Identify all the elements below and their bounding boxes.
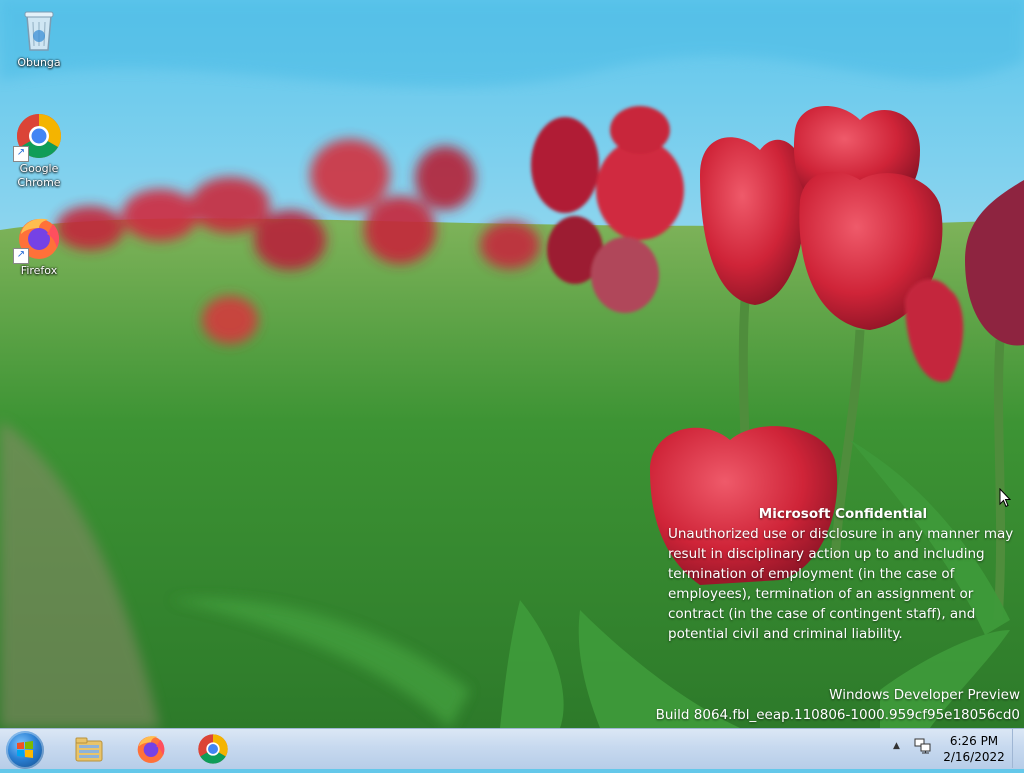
recycle-bin-icon	[15, 6, 63, 54]
product-name: Windows Developer Preview	[829, 687, 1020, 703]
build-watermark: Windows Developer Preview Build 8064.fbl…	[656, 685, 1020, 725]
firefox-icon: ↗	[13, 214, 63, 264]
watermark-line: Unauthorized use or disclosure in any ma…	[668, 526, 1014, 542]
watermark-title: Microsoft Confidential	[758, 506, 928, 522]
watermark-line: employees), termination of an assignment…	[668, 586, 974, 602]
build-string: Build 8064.fbl_eeap.110806-1000.959cf95e…	[655, 707, 1020, 723]
start-button[interactable]	[6, 731, 44, 769]
firefox-icon	[137, 736, 165, 763]
watermark-line: potential civil and criminal liability.	[668, 626, 903, 642]
chrome-icon: ↗	[13, 112, 63, 162]
desktop-icon-recycle-bin[interactable]: Obunga	[3, 6, 75, 70]
clock-time: 6:26 PM	[949, 734, 999, 748]
shortcut-arrow-icon: ↗	[13, 248, 29, 264]
network-icon[interactable]	[914, 738, 932, 754]
chrome-icon	[198, 734, 228, 764]
show-desktop-button[interactable]	[1012, 728, 1024, 768]
watermark-line: termination of employment (in the case o…	[668, 566, 955, 582]
watermark-line: contract (in the case of contingent staf…	[668, 606, 976, 622]
watermark-line: result in disciplinary action up to and …	[668, 546, 985, 562]
confidential-watermark: Microsoft Confidential Unauthorized use …	[668, 504, 1018, 644]
file-explorer-icon	[75, 737, 103, 762]
taskbar	[0, 728, 1024, 769]
clock-date: 2/16/2022	[943, 750, 1005, 764]
taskbar-clock[interactable]: 6:26 PM 2/16/2022	[938, 733, 1010, 765]
taskbar-button-google-chrome[interactable]	[186, 731, 240, 767]
taskbar-button-file-explorer[interactable]	[62, 731, 116, 767]
shortcut-arrow-icon: ↗	[13, 146, 29, 162]
desktop-icon-firefox[interactable]: ↗ Firefox	[3, 214, 75, 278]
desktop-icon-label: Obunga	[17, 56, 61, 69]
show-hidden-icons-button[interactable]: ▲	[893, 741, 900, 751]
desktop-icon-label: Firefox	[20, 264, 58, 277]
taskbar-button-firefox[interactable]	[124, 731, 178, 767]
windows-start-orb-icon	[17, 741, 33, 758]
mouse-cursor-icon	[999, 487, 1012, 512]
desktop-icon-label: Google Chrome	[17, 162, 61, 189]
desktop-icon-google-chrome[interactable]: ↗ Google Chrome	[3, 112, 75, 190]
